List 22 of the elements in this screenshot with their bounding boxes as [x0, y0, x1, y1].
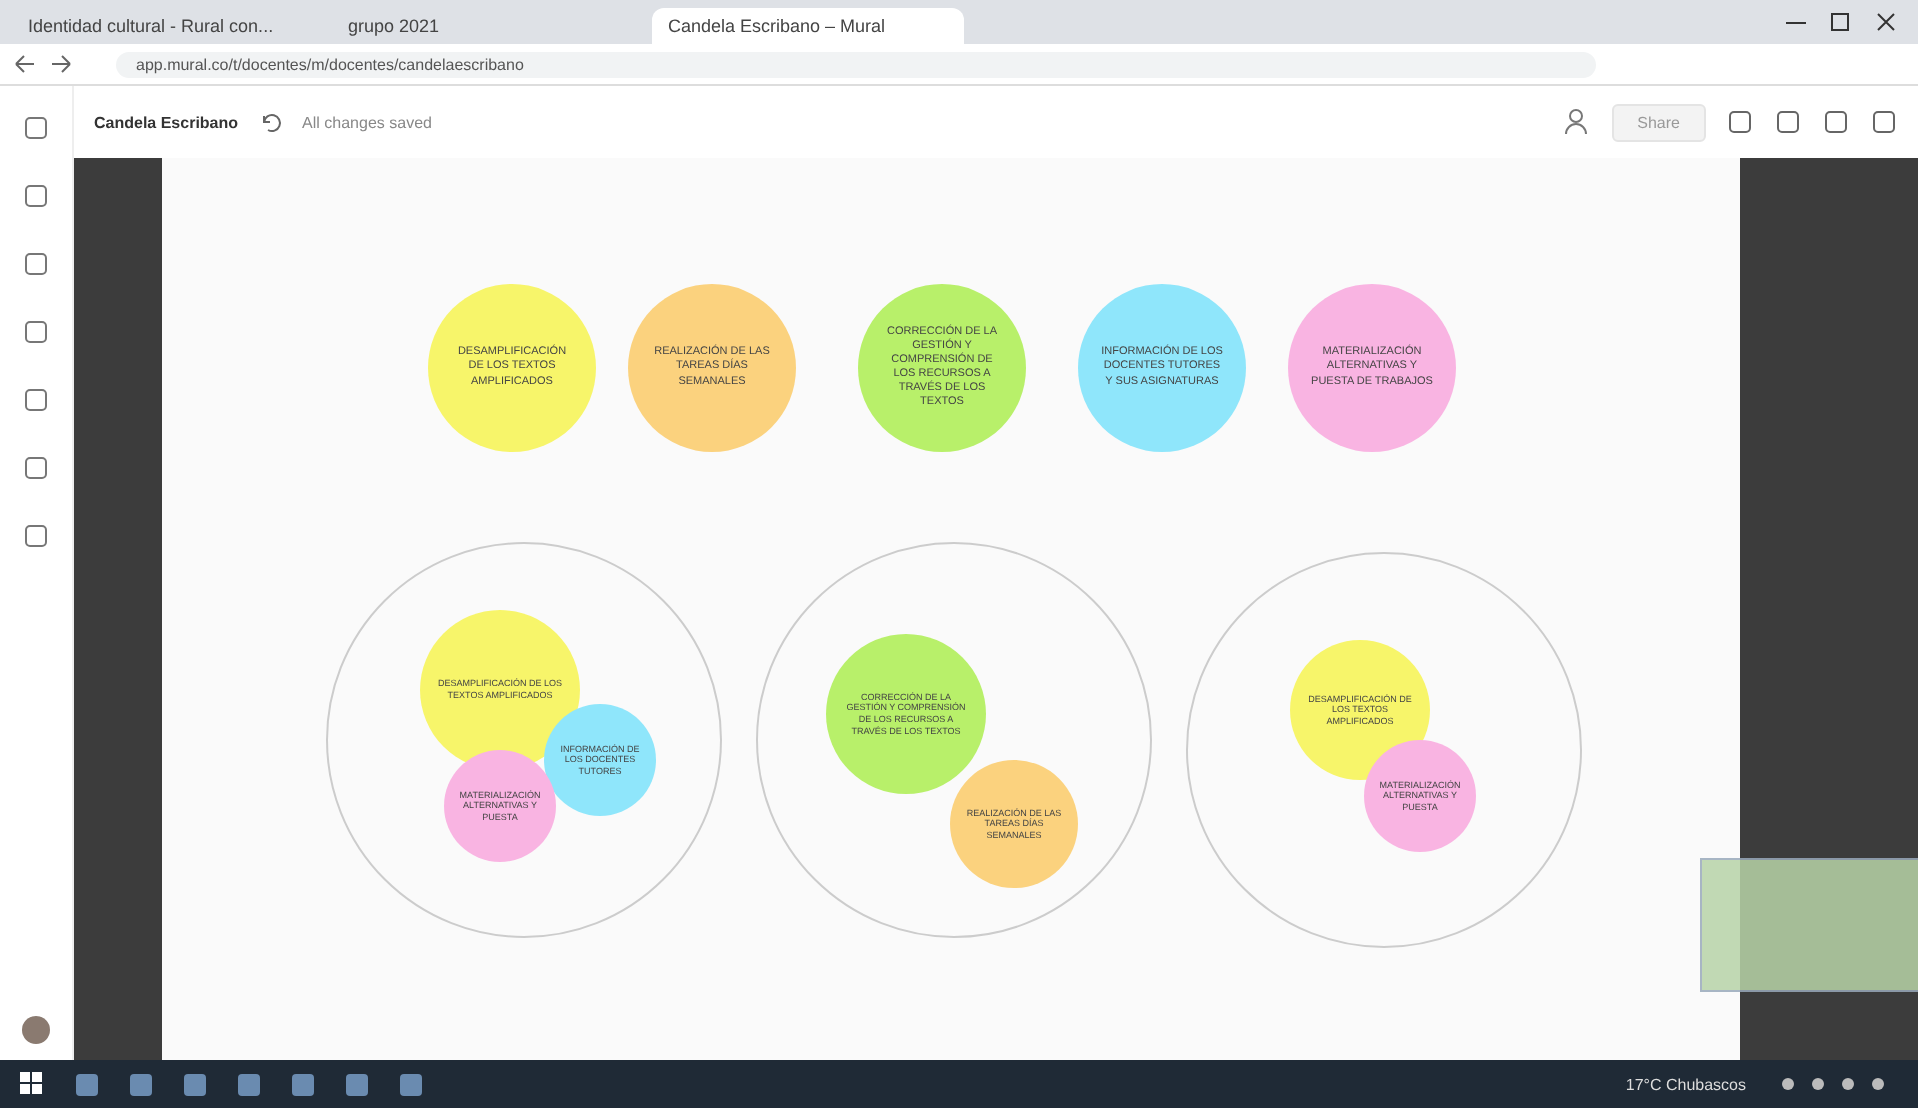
undo-icon[interactable]: [258, 110, 283, 134]
weather-text[interactable]: 17°C Chubascos: [1625, 1075, 1746, 1093]
avatar-icon[interactable]: [22, 1016, 50, 1044]
browser-tab[interactable]: Identidad cultural - Rural con...: [12, 8, 324, 44]
add-user-icon[interactable]: [1563, 108, 1592, 136]
toolbar-icon[interactable]: [1870, 108, 1898, 136]
taskbar-app-icon[interactable]: [130, 1073, 152, 1095]
taskbar-app-icon[interactable]: [346, 1073, 368, 1095]
save-status: All changes saved: [302, 113, 432, 131]
toolbar-icon[interactable]: [1822, 108, 1850, 136]
toolbar-icon[interactable]: [1774, 108, 1802, 136]
taskbar-app-icon[interactable]: [76, 1073, 98, 1095]
windows-start-icon[interactable]: [20, 1072, 44, 1096]
toolbar-icon[interactable]: [1726, 108, 1754, 136]
mural-title[interactable]: Candela Escribano: [94, 113, 239, 131]
taskbar-app-icon[interactable]: [238, 1073, 260, 1095]
taskbar-app-icon[interactable]: [292, 1073, 314, 1095]
taskbar-app-icon[interactable]: [400, 1073, 422, 1095]
browser-tab[interactable]: Candela Escribano – Mural: [652, 8, 964, 44]
browser-tab[interactable]: grupo 2021: [332, 8, 644, 44]
taskbar-app-icon[interactable]: [184, 1073, 206, 1095]
url-field[interactable]: app.mural.co/t/docentes/m/docentes/candelaescribano: [116, 51, 1596, 77]
